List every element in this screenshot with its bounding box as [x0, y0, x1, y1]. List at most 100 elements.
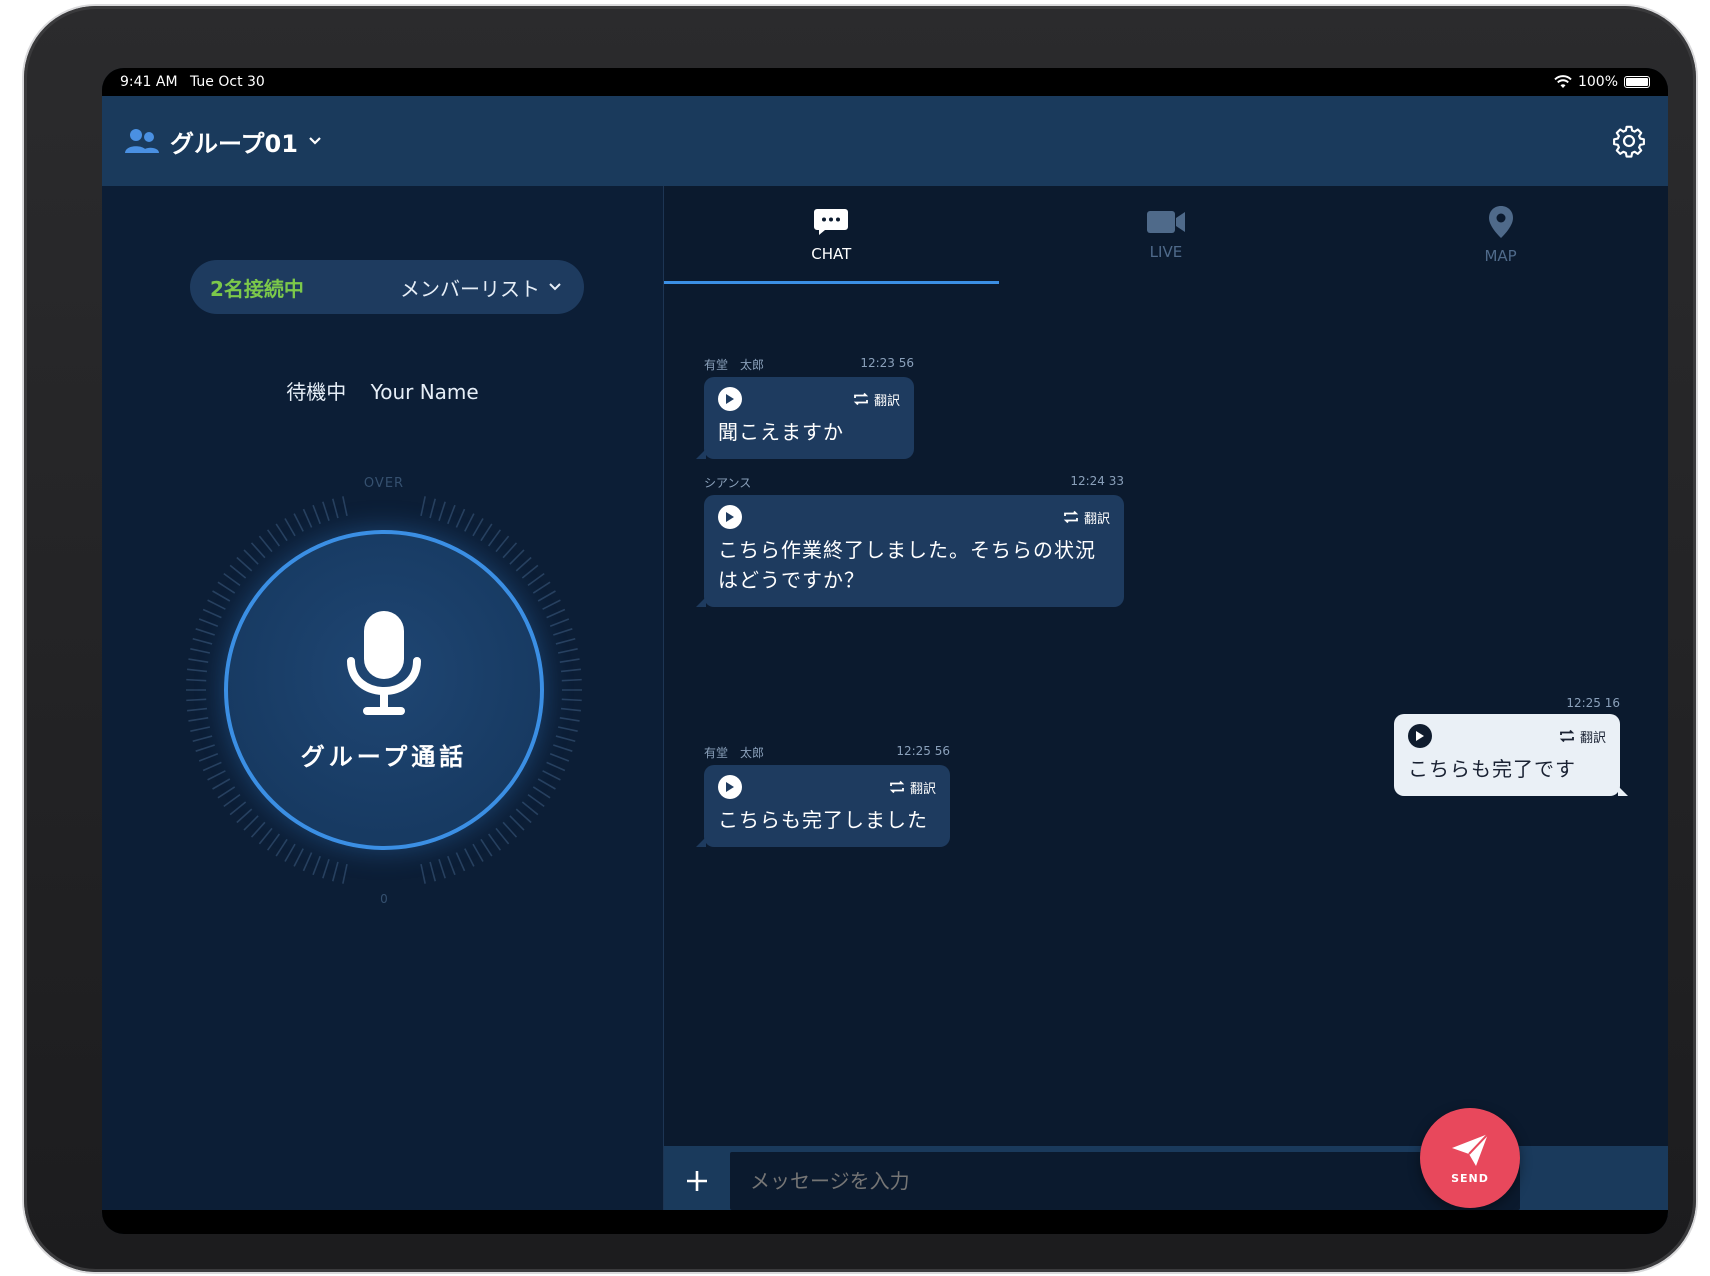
dial-tick — [243, 549, 259, 565]
dial-tick — [187, 707, 208, 712]
battery-percent: 100% — [1577, 74, 1618, 90]
play-audio-button[interactable] — [1408, 724, 1432, 748]
dial-tick — [212, 778, 231, 790]
dial-tick — [560, 668, 581, 673]
dial-tick — [455, 852, 466, 872]
video-camera-icon — [1146, 211, 1185, 233]
dial-tick — [284, 518, 296, 537]
translate-label: 翻訳 — [873, 393, 900, 409]
dial-tick — [284, 843, 296, 862]
dial-tick — [487, 529, 502, 547]
message-time: 12:25 16 — [1566, 696, 1620, 710]
status-date: Tue Oct 30 — [190, 74, 265, 90]
dial-tick — [258, 827, 273, 845]
translate-button[interactable]: 翻訳 — [852, 390, 900, 409]
dial-tick — [561, 678, 582, 682]
dial-tick — [447, 855, 456, 876]
dial-tick — [275, 523, 288, 542]
user-name: Your Name — [370, 380, 479, 404]
play-audio-button[interactable] — [718, 505, 742, 529]
dial-tick — [502, 542, 518, 559]
dial-tick — [447, 504, 456, 525]
call-panel: 2名接続中 メンバーリスト 待機中 Your Name OVER 0 グループ通… — [102, 186, 664, 1210]
dial-tick — [480, 523, 493, 542]
message-input[interactable] — [730, 1152, 1520, 1210]
dial-tick — [212, 590, 231, 602]
status-right: 100% — [1554, 74, 1650, 90]
dial-tick — [502, 821, 518, 838]
dial-tick — [186, 678, 207, 682]
dial-tick — [560, 707, 581, 712]
dial-tick — [250, 821, 266, 838]
status-bar: 9:41 AM Tue Oct 30 100% — [102, 68, 1668, 96]
tab-chat-label: CHAT — [811, 245, 852, 263]
dial-tick — [557, 726, 578, 732]
send-button[interactable]: SEND — [1420, 1108, 1520, 1208]
dial-tick — [188, 717, 209, 722]
dial-tick — [302, 508, 313, 528]
dial-tick — [472, 843, 484, 862]
message-bubble: 翻訳 こちらも完了しました — [696, 765, 950, 847]
chat-bubble-icon — [814, 209, 849, 235]
dial-tick — [266, 833, 281, 851]
dial-tick — [555, 735, 576, 743]
play-audio-button[interactable] — [718, 775, 742, 799]
message-meta: 有堂 太郎 12:23 56 — [704, 356, 914, 373]
dial-tick — [557, 648, 578, 654]
dial-over-label: OVER — [363, 476, 405, 491]
dial-tick — [202, 761, 222, 772]
translate-button[interactable]: 翻訳 — [1062, 508, 1110, 527]
member-list-toggle[interactable]: 2名接続中 メンバーリスト — [190, 260, 584, 314]
chevron-down-icon — [309, 137, 321, 145]
group-selector[interactable]: グループ01 — [124, 124, 322, 159]
message-text: こちらも完了しました — [718, 808, 928, 832]
home-indicator-bar — [102, 1210, 1668, 1234]
dial-tick — [515, 556, 532, 572]
tab-chat[interactable]: CHAT — [664, 186, 999, 284]
dial-tick — [331, 498, 339, 519]
member-list-button[interactable]: メンバーリスト — [400, 273, 562, 302]
tab-live[interactable]: LIVE — [999, 186, 1334, 284]
message-meta: 12:25 16 — [1394, 696, 1620, 710]
dial-tick — [532, 786, 551, 799]
dial-tick — [480, 838, 493, 857]
settings-gear-icon[interactable] — [1612, 124, 1646, 158]
dial-tick — [331, 861, 339, 882]
dial-tick — [322, 859, 330, 879]
dial-tick — [302, 852, 313, 872]
translate-button[interactable]: 翻訳 — [888, 778, 936, 797]
dial-tick — [266, 529, 281, 547]
wifi-icon — [1554, 75, 1572, 88]
message-sender: 有堂 太郎 — [704, 746, 765, 760]
dial-tick — [223, 572, 241, 587]
dial-tick — [509, 815, 525, 831]
translate-button[interactable]: 翻訳 — [1558, 727, 1606, 746]
group-name: グループ01 — [170, 129, 298, 158]
group-call-button[interactable]: グループ通話 — [224, 530, 544, 850]
dial-tick — [217, 581, 236, 594]
paper-plane-icon — [1452, 1132, 1489, 1166]
translate-refresh-icon — [1559, 729, 1575, 743]
tab-bar: CHAT LIVE MAP — [664, 186, 1668, 284]
translate-label: 翻訳 — [909, 781, 936, 797]
dial-tick — [236, 808, 253, 824]
dial-tick — [188, 658, 209, 663]
dial-tick — [342, 496, 348, 517]
attach-plus-button[interactable] — [664, 1146, 730, 1216]
message-bubble: 翻訳 こちらも完了です — [1394, 714, 1628, 796]
play-audio-button[interactable] — [718, 387, 742, 411]
tab-map[interactable]: MAP — [1333, 186, 1668, 284]
message-meta: 有堂 太郎 12:25 56 — [704, 744, 950, 761]
dial-tick — [521, 801, 539, 816]
dial-tick — [549, 618, 570, 627]
dial-tick — [559, 658, 580, 663]
dial-tick — [229, 801, 247, 816]
app-header: グループ01 — [102, 96, 1668, 186]
translate-refresh-icon — [889, 780, 905, 794]
dial-tick — [464, 848, 475, 867]
dial-tick — [527, 793, 545, 808]
microphone-icon — [347, 610, 421, 715]
play-icon — [1416, 731, 1424, 741]
message-text: 聞こえますか — [718, 420, 844, 444]
translate-refresh-icon — [1063, 510, 1079, 524]
